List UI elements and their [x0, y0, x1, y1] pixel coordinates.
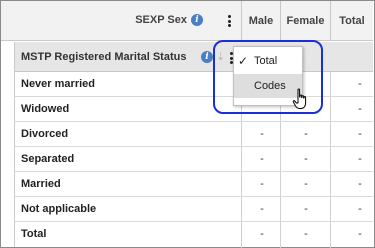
column-header-label: Female: [286, 15, 325, 27]
table-cell: -: [358, 78, 362, 90]
table-cell: -: [304, 203, 308, 215]
table-cell: -: [358, 203, 362, 215]
hand-pointer-icon: [292, 88, 307, 109]
row-label[interactable]: Separated: [21, 153, 74, 165]
row-label[interactable]: Divorced: [21, 128, 68, 140]
column-header-male[interactable]: Male: [241, 1, 280, 41]
table-cell: -: [260, 178, 264, 190]
table-cell: -: [358, 153, 362, 165]
table-cell: -: [358, 128, 362, 140]
table-cell: -: [260, 228, 264, 240]
table-row: Separated - - -: [14, 147, 373, 172]
column-header-total[interactable]: Total: [330, 1, 373, 41]
table-row: Married - - -: [14, 172, 373, 197]
column-menu-icon[interactable]: [227, 15, 231, 27]
table-row: Divorced - - -: [14, 122, 373, 147]
column-header-female[interactable]: Female: [280, 1, 330, 41]
row-label[interactable]: Total: [21, 228, 46, 240]
table-row: Total - - -: [14, 222, 373, 247]
row-label[interactable]: Not applicable: [21, 203, 96, 215]
table-cell: -: [304, 128, 308, 140]
info-icon[interactable]: i: [201, 51, 213, 63]
table-cell: -: [358, 228, 362, 240]
info-icon[interactable]: i: [191, 14, 203, 26]
row-label[interactable]: Married: [21, 178, 61, 190]
column-variable: SEXP Sex i: [135, 14, 203, 26]
table-row: Not applicable - - -: [14, 197, 373, 222]
column-header-label: Male: [248, 15, 274, 27]
column-header-label: Total: [339, 15, 365, 27]
table-cell: -: [358, 178, 362, 190]
table-cell: -: [304, 178, 308, 190]
table-cell: -: [260, 153, 264, 165]
table-cell: -: [304, 228, 308, 240]
row-variable-label: MSTP Registered Marital Status: [21, 51, 187, 63]
table-cell: -: [358, 103, 362, 115]
table-cell: -: [260, 128, 264, 140]
column-variable-label: SEXP Sex: [135, 14, 187, 26]
table-cell: -: [304, 153, 308, 165]
table-cell: -: [260, 203, 264, 215]
row-label[interactable]: Never married: [21, 78, 95, 90]
row-label[interactable]: Widowed: [21, 103, 69, 115]
